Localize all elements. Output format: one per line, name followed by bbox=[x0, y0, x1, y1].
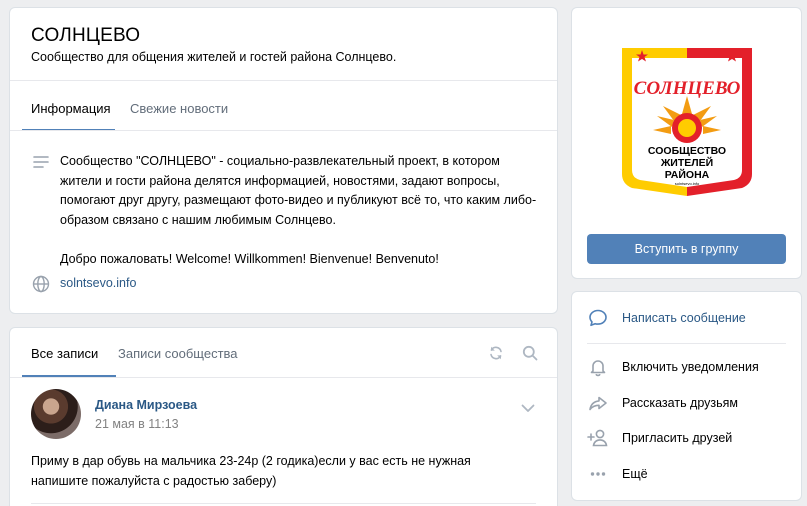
add-friend-icon bbox=[586, 426, 610, 450]
group-logo[interactable]: СОЛНЦЕВО СООБЩЕСТВО ЖИТЕЛЕЙ РАЙОНА solnt… bbox=[620, 46, 754, 201]
action-enable-notifications[interactable]: Включить уведомления bbox=[586, 355, 791, 379]
group-avatar-card: СОЛНЦЕВО СООБЩЕСТВО ЖИТЕЛЕЙ РАЙОНА solnt… bbox=[571, 7, 802, 279]
logo-line-2: ЖИТЕЛЕЙ bbox=[660, 156, 713, 169]
message-icon bbox=[586, 306, 610, 330]
group-info-card: СОЛНЦЕВО Сообщество для общения жителей … bbox=[9, 7, 558, 314]
logo-site: solntsevo.info bbox=[675, 181, 700, 186]
action-label: Ещё bbox=[622, 467, 648, 481]
post-date[interactable]: 21 мая в 11:13 bbox=[95, 417, 179, 431]
website-link[interactable]: solntsevo.info bbox=[60, 276, 136, 290]
divider bbox=[10, 377, 557, 378]
description-icon bbox=[33, 155, 49, 172]
group-actions-card: Написать сообщение Включить уведомления … bbox=[571, 291, 802, 501]
action-more[interactable]: Ещё bbox=[586, 462, 791, 486]
group-status: Сообщество для общения жителей и гостей … bbox=[31, 50, 397, 64]
logo-line-3: РАЙОНА bbox=[665, 168, 710, 181]
action-invite-friends[interactable]: Пригласить друзей bbox=[586, 426, 791, 450]
action-label: Пригласить друзей bbox=[622, 431, 733, 445]
description-paragraph: Сообщество "СОЛНЦЕВО" - социально-развле… bbox=[60, 154, 537, 227]
tab-fresh-news[interactable]: Свежие новости bbox=[130, 101, 228, 116]
divider bbox=[587, 343, 786, 344]
tab-all-posts[interactable]: Все записи bbox=[31, 346, 98, 361]
tab-community-posts[interactable]: Записи сообщества bbox=[118, 346, 238, 361]
post-author[interactable]: Диана Мирзоева bbox=[95, 398, 197, 412]
post-text: Приму в дар обувь на мальчика 23-24р (2 … bbox=[31, 454, 471, 488]
join-group-button[interactable]: Вступить в группу bbox=[587, 234, 786, 264]
chevron-down-icon[interactable] bbox=[521, 401, 535, 416]
group-title: СОЛНЦЕВО bbox=[31, 25, 141, 46]
logo-line-1: СООБЩЕСТВО bbox=[648, 145, 726, 157]
search-icon[interactable] bbox=[522, 345, 538, 364]
action-send-message[interactable]: Написать сообщение bbox=[586, 306, 791, 330]
author-avatar[interactable] bbox=[31, 389, 81, 439]
share-icon bbox=[586, 391, 610, 415]
tab-information[interactable]: Информация bbox=[31, 101, 111, 116]
divider bbox=[31, 503, 536, 504]
action-tell-friends[interactable]: Рассказать друзьям bbox=[586, 391, 791, 415]
action-label: Включить уведомления bbox=[622, 360, 759, 374]
logo-title: СОЛНЦЕВО bbox=[634, 78, 741, 99]
bell-icon bbox=[586, 355, 610, 379]
divider bbox=[10, 130, 557, 131]
action-label: Написать сообщение bbox=[622, 311, 746, 325]
refresh-icon[interactable] bbox=[488, 345, 504, 364]
group-description: Сообщество "СОЛНЦЕВО" - социально-развле… bbox=[60, 152, 540, 269]
wall-card: Все записи Записи сообщества Диана Мирзо… bbox=[9, 327, 558, 506]
description-greeting: Добро пожаловать! Welcome! Willkommen! B… bbox=[60, 251, 439, 266]
action-label: Рассказать друзьям bbox=[622, 396, 739, 410]
more-icon bbox=[586, 462, 610, 486]
divider bbox=[10, 80, 557, 81]
globe-icon bbox=[32, 275, 50, 296]
